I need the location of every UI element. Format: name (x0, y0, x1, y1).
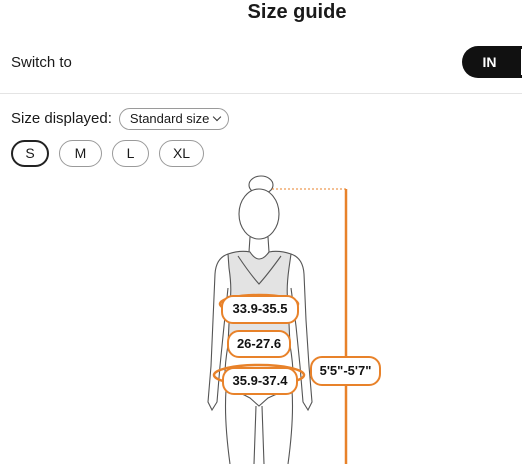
body-measurement-figure: 33.9-35.5 26-27.6 35.9-37.4 5'5"-5'7" (0, 170, 522, 464)
size-type-dropdown[interactable]: Standard size (118, 108, 230, 130)
unit-switch-row: Switch to IN (0, 44, 522, 94)
hips-measurement: 35.9-37.4 (222, 367, 298, 395)
size-option-xl[interactable]: XL (159, 140, 204, 167)
unit-toggle[interactable]: IN (462, 46, 522, 78)
size-type-value: Standard size (129, 111, 210, 126)
size-displayed-label: Size displayed: (11, 110, 112, 127)
bust-measurement: 33.9-35.5 (221, 295, 299, 324)
size-options: S M L XL (11, 140, 214, 167)
size-displayed-row: Size displayed: Standard size (11, 108, 230, 130)
page-title: Size guide (247, 1, 347, 23)
size-option-m[interactable]: M (59, 140, 102, 167)
chevron-down-icon (213, 112, 222, 122)
unit-in-option[interactable]: IN (462, 46, 517, 78)
switch-label: Switch to (11, 54, 72, 71)
height-measurement: 5'5"-5'7" (310, 356, 381, 386)
size-option-l[interactable]: L (112, 140, 149, 167)
size-option-s[interactable]: S (11, 140, 49, 167)
waist-measurement: 26-27.6 (227, 330, 291, 358)
